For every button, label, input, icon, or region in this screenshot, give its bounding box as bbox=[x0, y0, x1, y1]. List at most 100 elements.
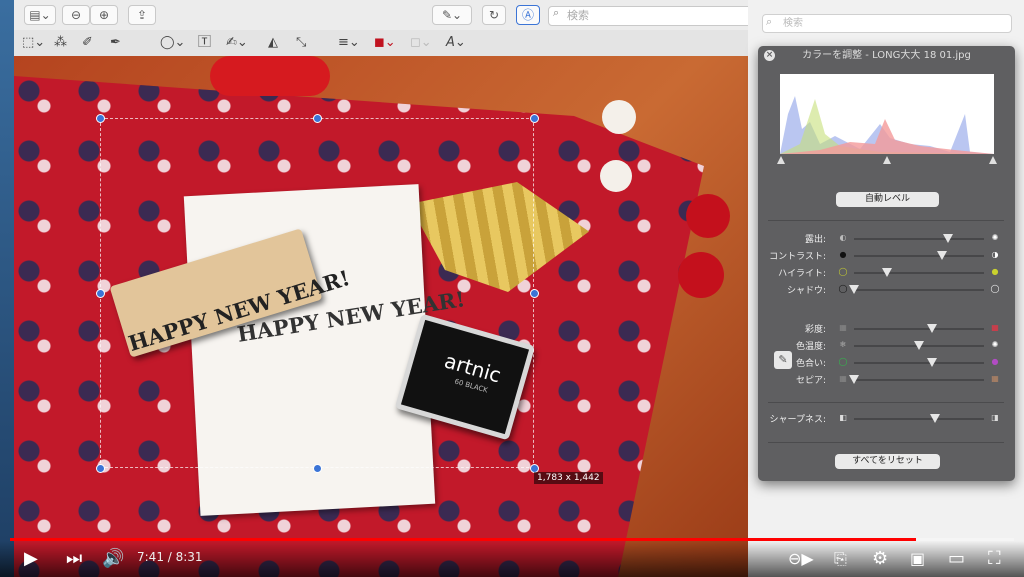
adjust-slider-knob[interactable] bbox=[849, 375, 859, 384]
adjust-row-label: 彩度: bbox=[804, 325, 826, 335]
markup-toolbar-button[interactable]: Ⓐ bbox=[516, 5, 540, 25]
black-point-handle[interactable] bbox=[777, 156, 785, 164]
video-time: 7:41 / 8:31 bbox=[137, 550, 203, 564]
markup-toolbar: ⬚⌄ ⁂ ✐ ✒ ◯⌄ 🅃 ✍⌄ ◭ ⤡ ≡⌄ ◼⌄ ◻⌄ A⌄ bbox=[14, 30, 748, 57]
desktop-background bbox=[0, 0, 14, 577]
preview-window: ▤⌄ ⊖ ⊕ ⇪ ✎⌄ ↻ Ⓐ 検索 ⌕ ⬚⌄ ⁂ ✐ ✒ ◯⌄ 🅃 ✍⌄ ◭ … bbox=[0, 0, 748, 577]
search-icon: ⌕ bbox=[766, 15, 773, 28]
white-point-handle[interactable] bbox=[989, 156, 997, 164]
text-style-icon[interactable]: A⌄ bbox=[446, 33, 466, 53]
play-icon[interactable]: ▶ bbox=[24, 541, 38, 577]
adjust-row-label: シャドウ: bbox=[786, 286, 826, 296]
divider bbox=[768, 402, 1004, 403]
finder-search-input[interactable]: 検索 bbox=[762, 14, 1012, 33]
adjust-color-icon[interactable]: ◭ bbox=[268, 33, 278, 53]
markup-pen-button[interactable]: ✎⌄ bbox=[432, 5, 472, 25]
instant-alpha-icon[interactable]: ⁂ bbox=[54, 33, 67, 53]
adjust-slider-knob[interactable] bbox=[942, 234, 953, 243]
settings-icon[interactable]: ⚙ bbox=[872, 541, 888, 577]
shapes-icon[interactable]: ◯⌄ bbox=[160, 33, 185, 53]
adjust-row-max-icon: ✺ bbox=[991, 233, 999, 242]
adjust-slider-knob[interactable] bbox=[927, 358, 937, 367]
adjust-slider-track[interactable] bbox=[854, 255, 984, 257]
adjust-row-label: コントラスト: bbox=[769, 252, 826, 262]
pen-icon: ✎⌄ bbox=[441, 8, 463, 22]
text-icon[interactable]: 🅃 bbox=[198, 33, 211, 53]
share-button[interactable]: ⇪ bbox=[128, 5, 156, 25]
adjust-slider-track[interactable] bbox=[854, 238, 984, 240]
next-icon[interactable]: ⏭ bbox=[66, 541, 82, 577]
markup-icon: Ⓐ bbox=[521, 8, 534, 22]
adjust-slider-knob[interactable] bbox=[937, 251, 948, 260]
selection-size-label: 1,783 x 1,442 bbox=[534, 472, 603, 484]
adjust-slider-knob[interactable] bbox=[914, 341, 924, 350]
selection-handle[interactable] bbox=[530, 114, 539, 123]
sidebar-icon: ▤⌄ bbox=[29, 8, 51, 22]
auto-levels-button[interactable]: 自動レベル bbox=[836, 192, 939, 207]
adjust-slider-knob[interactable] bbox=[881, 268, 892, 277]
adjust-row-max-icon: ◑ bbox=[991, 250, 999, 259]
adjust-slider-knob[interactable] bbox=[927, 324, 937, 333]
red-flowers bbox=[210, 56, 330, 96]
selection-handle[interactable] bbox=[530, 289, 539, 298]
white-ball-1 bbox=[602, 100, 636, 134]
fullscreen-icon[interactable]: ⛶ bbox=[988, 541, 1001, 577]
adjust-row-min-icon: ▦ bbox=[839, 323, 847, 332]
draw-icon[interactable]: ✒ bbox=[110, 33, 121, 53]
adjust-row-max-icon: ● bbox=[991, 357, 999, 366]
miniplayer-icon[interactable]: ▣ bbox=[910, 541, 925, 577]
adjust-row-label: ハイライト: bbox=[778, 269, 826, 279]
gamma-handle[interactable] bbox=[883, 156, 891, 164]
adjust-row-min-icon: ❄ bbox=[839, 340, 847, 349]
adjust-color-panel: カラーを調整 - LONG大大 18 01.jpg × 自動レベル ✎ すべてを… bbox=[758, 46, 1015, 481]
adjust-row-min-icon: ◯ bbox=[838, 357, 848, 366]
selection-handle[interactable] bbox=[313, 464, 322, 473]
rotate-icon: ↻ bbox=[488, 8, 500, 22]
autoplay-toggle-icon[interactable]: ⊖▶ bbox=[788, 541, 814, 577]
adjust-slider-track[interactable] bbox=[854, 362, 984, 364]
adjust-row-max-icon: ◨ bbox=[991, 413, 999, 422]
adjust-row-max-icon: ▦ bbox=[991, 323, 999, 332]
divider bbox=[768, 442, 1004, 443]
reset-all-button[interactable]: すべてをリセット bbox=[835, 454, 940, 469]
adjust-size-icon[interactable]: ⤡ bbox=[296, 33, 306, 53]
adjust-row-label: セピア: bbox=[795, 376, 826, 386]
volume-icon[interactable]: 🔊 bbox=[102, 541, 124, 577]
adjust-row-label: 露出: bbox=[804, 235, 826, 245]
share-icon: ⇪ bbox=[136, 8, 148, 22]
sign-icon[interactable]: ✍⌄ bbox=[226, 33, 248, 53]
selection-handle[interactable] bbox=[96, 114, 105, 123]
adjust-row-min-icon: ◯ bbox=[838, 267, 848, 276]
adjust-slider-track[interactable] bbox=[854, 418, 984, 420]
red-ball-2 bbox=[678, 252, 724, 298]
rotate-button[interactable]: ↻ bbox=[482, 5, 506, 25]
selection-handle[interactable] bbox=[313, 114, 322, 123]
fill-color-icon[interactable]: ◻⌄ bbox=[410, 33, 432, 53]
line-style-icon[interactable]: ≡⌄ bbox=[338, 33, 360, 53]
rect-select-icon[interactable]: ⬚⌄ bbox=[22, 33, 45, 53]
selection-rectangle[interactable] bbox=[100, 118, 534, 468]
adjust-slider-knob[interactable] bbox=[929, 414, 940, 423]
adjust-row-label: 色合い: bbox=[795, 359, 826, 369]
zoom-in-button[interactable]: ⊕ bbox=[90, 5, 118, 25]
photo-canvas[interactable]: HAPPY NEW YEAR! HAPPY NEW YEAR! artnic 6… bbox=[14, 56, 748, 577]
adjust-row-max-icon: ▦ bbox=[991, 374, 999, 383]
adjust-slider-track[interactable] bbox=[854, 272, 984, 274]
sidebar-button[interactable]: ▤⌄ bbox=[24, 5, 56, 25]
sketch-icon[interactable]: ✐ bbox=[82, 33, 93, 53]
selection-handle[interactable] bbox=[96, 289, 105, 298]
theater-mode-icon[interactable]: ▭ bbox=[948, 541, 965, 577]
selection-handle[interactable] bbox=[96, 464, 105, 473]
adjust-slider-track[interactable] bbox=[854, 289, 984, 291]
zoom-out-button[interactable]: ⊖ bbox=[62, 5, 90, 25]
video-progress-fill bbox=[10, 538, 916, 541]
divider bbox=[768, 220, 1004, 221]
subtitles-icon[interactable]: ⎘ bbox=[834, 541, 847, 577]
border-color-icon[interactable]: ◼⌄ bbox=[374, 33, 396, 53]
adjust-slider-track[interactable] bbox=[854, 328, 984, 330]
adjust-row-min-icon: ● bbox=[839, 250, 847, 259]
search-input[interactable]: 検索 bbox=[548, 6, 748, 26]
adjust-slider-track[interactable] bbox=[854, 379, 984, 381]
close-icon[interactable]: × bbox=[764, 50, 775, 61]
adjust-slider-knob[interactable] bbox=[849, 285, 859, 294]
